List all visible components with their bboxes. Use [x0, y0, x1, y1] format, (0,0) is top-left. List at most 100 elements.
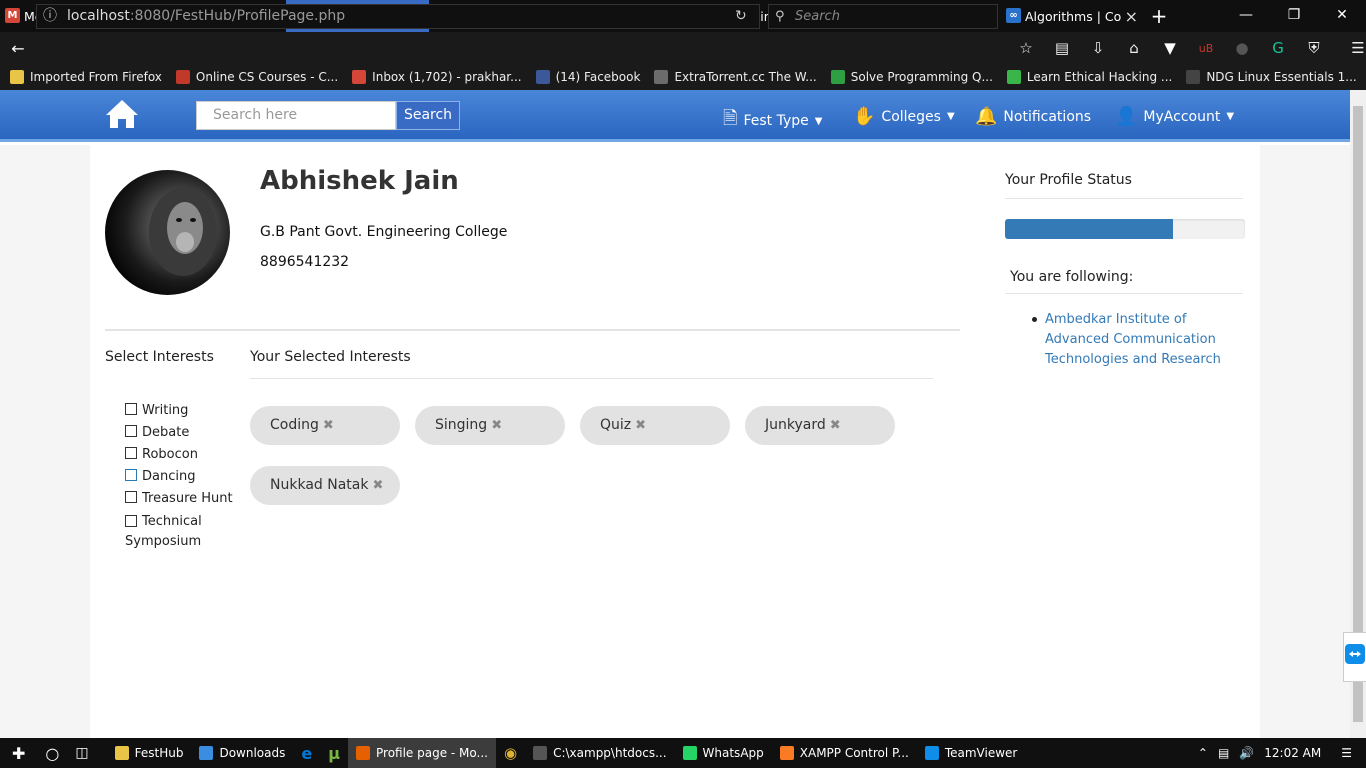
close-icon[interactable]: ×	[1125, 7, 1138, 26]
taskbar-item[interactable]: FestHub	[107, 738, 192, 768]
notifications-link[interactable]: 🔔 Notifications	[975, 106, 1091, 127]
bookmark-label: Solve Programming Q...	[850, 70, 993, 84]
minimize-button[interactable]: —	[1222, 0, 1270, 32]
home-icon[interactable]: ⌂	[1116, 39, 1152, 57]
progress-fill	[1005, 219, 1173, 239]
volume-icon[interactable]: 🔊	[1239, 746, 1254, 760]
bookmark-item[interactable]: NDG Linux Essentials 1...	[1186, 70, 1357, 84]
taskbar-item[interactable]: Profile page - Mo...	[348, 738, 496, 768]
new-tab-button[interactable]: +	[1144, 0, 1174, 32]
chevron-up-icon[interactable]: ⌃	[1198, 746, 1208, 760]
hamburger-menu-icon[interactable]: ☰	[1340, 39, 1366, 57]
browser-search-placeholder: Search	[795, 9, 840, 24]
fest-type-menu[interactable]: 🗎 Fest Type ▼	[723, 106, 822, 136]
selected-interests-heading: Your Selected Interests	[250, 349, 411, 365]
network-icon[interactable]: ▤	[1218, 746, 1229, 760]
download-icon[interactable]: ⇩	[1080, 39, 1116, 57]
bookmark-item[interactable]: Solve Programming Q...	[830, 70, 993, 84]
ublock-icon[interactable]: uB	[1188, 42, 1224, 55]
taskbar-item[interactable]: WhatsApp	[675, 738, 772, 768]
task-view-icon[interactable]: ◫	[67, 738, 96, 768]
following-item[interactable]: Ambedkar Institute of Advanced Communica…	[1032, 310, 1232, 370]
account-menu[interactable]: 👤 MyAccount ▼	[1115, 106, 1234, 127]
bookmark-item[interactable]: Learn Ethical Hacking ...	[1006, 70, 1173, 84]
interest-checkbox-technical-symposium[interactable]: Technical Symposium	[125, 512, 235, 552]
bullet-icon	[1032, 317, 1037, 322]
pocket-icon[interactable]: ▼	[1152, 39, 1188, 57]
teamviewer-icon	[924, 746, 939, 760]
clock[interactable]: 12:02 AM	[1264, 746, 1321, 760]
bookmark-label: NDG Linux Essentials 1...	[1206, 70, 1357, 84]
following-link[interactable]: Ambedkar Institute of Advanced Communica…	[1032, 310, 1232, 370]
url-bar[interactable]: ⓘ localhost:8080/FestHub/ProfilePage.php	[36, 4, 760, 29]
browser-tab[interactable]: ∞ Algorithms | Co ×	[1001, 0, 1144, 32]
bookmark-label: Learn Ethical Hacking ...	[1026, 70, 1173, 84]
checkbox[interactable]	[125, 447, 137, 459]
edge-icon[interactable]: e	[293, 738, 320, 768]
checkbox-label: Writing	[142, 403, 189, 418]
shield-icon[interactable]: ⛨	[1296, 39, 1332, 57]
checkbox-label: Dancing	[142, 469, 196, 484]
bookmark-star-icon[interactable]: ☆	[1008, 39, 1044, 57]
checkbox[interactable]	[125, 515, 137, 527]
restore-button[interactable]: ❐	[1270, 0, 1318, 32]
bookmark-label: Online CS Courses - C...	[195, 70, 339, 84]
grammarly-icon[interactable]: G	[1260, 39, 1296, 57]
cs-courses-icon	[175, 70, 190, 84]
remove-icon[interactable]: ✖	[491, 418, 502, 433]
start-button[interactable]: ✚	[0, 738, 37, 768]
checkbox-label: Robocon	[142, 447, 198, 462]
bell-icon: 🔔	[975, 106, 998, 127]
remove-icon[interactable]: ✖	[372, 478, 383, 493]
bookmark-item[interactable]: Imported From Firefox	[10, 70, 162, 84]
action-center-icon[interactable]: ☰	[1341, 746, 1352, 760]
checkbox[interactable]	[125, 469, 137, 481]
checkbox[interactable]	[125, 403, 137, 415]
browser-search-input[interactable]: ⚲ Search	[768, 4, 998, 29]
reading-list-icon[interactable]: ▤	[1044, 39, 1080, 57]
teamviewer-widget[interactable]	[1343, 632, 1366, 682]
download-icon	[199, 746, 214, 760]
site-search-button[interactable]: Search	[396, 101, 460, 130]
interest-checkbox-debate[interactable]: Debate	[125, 424, 245, 446]
bookmark-label: (14) Facebook	[555, 70, 641, 84]
taskbar-label: C:\xampp\htdocs...	[553, 746, 667, 760]
fest-type-label: Fest Type	[743, 113, 809, 129]
extension-icon[interactable]: ●	[1224, 39, 1260, 57]
interest-checkbox-robocon[interactable]: Robocon	[125, 446, 245, 468]
bookmark-label: Inbox (1,702) - prakhar...	[372, 70, 522, 84]
checkbox[interactable]	[125, 491, 137, 503]
colleges-menu[interactable]: ✋ Colleges ▼	[853, 106, 955, 127]
remove-icon[interactable]: ✖	[323, 418, 334, 433]
search-icon: ⚲	[775, 9, 785, 24]
reload-icon[interactable]: ↻	[735, 4, 747, 29]
bookmark-item[interactable]: Inbox (1,702) - prakhar...	[352, 70, 522, 84]
taskbar-item[interactable]: Downloads	[191, 738, 293, 768]
back-arrow-icon[interactable]: ←	[0, 39, 36, 58]
remove-icon[interactable]: ✖	[635, 418, 646, 433]
site-search-input[interactable]: Search here	[196, 101, 396, 130]
divider	[1005, 293, 1243, 294]
bookmark-item[interactable]: (14) Facebook	[535, 70, 641, 84]
scrollbar-thumb[interactable]	[1353, 106, 1363, 722]
interest-checkbox-dancing[interactable]: Dancing	[125, 468, 245, 490]
site-header: Search here Search 🗎 Fest Type ▼ ✋ Colleges…	[0, 90, 1350, 142]
info-icon[interactable]: ⓘ	[43, 5, 57, 28]
cortana-icon[interactable]: ○	[37, 738, 67, 768]
remove-icon[interactable]: ✖	[830, 418, 841, 433]
bookmark-item[interactable]: Online CS Courses - C...	[175, 70, 339, 84]
taskbar-item[interactable]: XAMPP Control P...	[772, 738, 917, 768]
utorrent-icon[interactable]: µ	[320, 738, 348, 768]
taskbar-item[interactable]: C:\xampp\htdocs...	[525, 738, 674, 768]
interest-checkbox-treasure-hunt[interactable]: Treasure Hunt	[125, 490, 245, 512]
chrome-icon[interactable]: ◉	[496, 738, 525, 768]
xampp-icon	[779, 746, 794, 760]
home-icon[interactable]	[104, 98, 140, 130]
interest-chip: Junkyard ✖	[745, 406, 895, 445]
interest-checkbox-writing[interactable]: Writing	[125, 402, 245, 424]
hackerearth-icon	[830, 70, 845, 84]
checkbox[interactable]	[125, 425, 137, 437]
close-window-button[interactable]: ✕	[1318, 0, 1366, 32]
bookmark-item[interactable]: ExtraTorrent.cc The W...	[654, 70, 817, 84]
taskbar-item[interactable]: TeamViewer	[917, 738, 1026, 768]
